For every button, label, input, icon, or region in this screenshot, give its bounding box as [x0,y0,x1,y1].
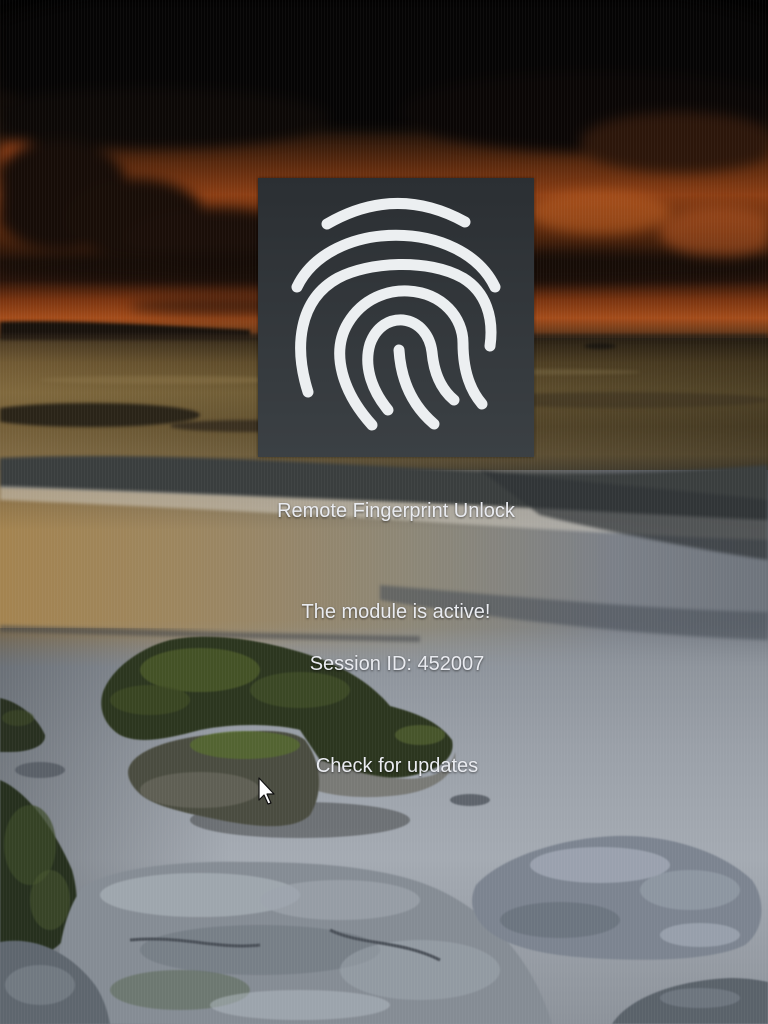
fingerprint-tile[interactable] [258,178,534,457]
lock-screen: Remote Fingerprint Unlock The module is … [0,0,768,1024]
fingerprint-ridges [291,198,501,431]
provider-title: Remote Fingerprint Unlock [277,500,515,522]
fingerprint-ridge [321,198,471,230]
cursor-arrow [258,777,275,805]
arrow-cursor-icon [258,777,275,805]
session-id-label: Session ID: [309,653,412,675]
check-for-updates-link[interactable]: Check for updates [197,754,597,778]
fingerprint-icon [291,198,501,431]
session-id-line: Session ID: 452007 [197,652,597,676]
status-message: The module is active! [301,601,491,623]
session-id-value: 452007 [417,653,485,675]
